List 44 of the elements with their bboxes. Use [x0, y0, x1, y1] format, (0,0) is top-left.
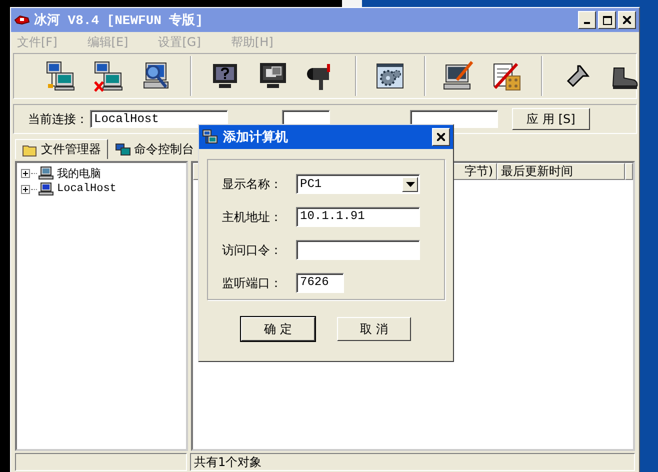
connection-label: 当前连接： — [28, 110, 88, 128]
app-logo-icon — [14, 13, 30, 27]
networked-computers-icon[interactable] — [44, 60, 76, 92]
column-header[interactable] — [625, 163, 633, 180]
maximize-button[interactable] — [598, 11, 616, 29]
input-field[interactable]: 10.1.1.91 — [296, 207, 420, 227]
close-icon — [437, 133, 445, 141]
tools-icon[interactable] — [491, 60, 523, 92]
dialog-title: 添加计算机 — [223, 129, 288, 146]
expander-icon[interactable] — [21, 168, 30, 178]
tab[interactable]: 命令控制台 — [108, 139, 201, 159]
combo-box[interactable]: PC1 — [296, 174, 420, 194]
minimize-button[interactable] — [578, 11, 596, 29]
tab[interactable]: 文件管理器 — [15, 139, 108, 159]
field-label: 监听端口： — [222, 274, 283, 292]
folder-icon — [22, 142, 38, 156]
field-label: 主机地址： — [222, 208, 283, 226]
expander-icon[interactable] — [21, 184, 30, 194]
input-field[interactable] — [296, 240, 420, 260]
tab-label: 文件管理器 — [41, 141, 101, 158]
field-label: 访问口令： — [222, 242, 283, 258]
computer-pen-icon[interactable] — [443, 60, 475, 92]
computer-icon — [38, 182, 54, 196]
computers-icon — [202, 129, 218, 145]
connection-field[interactable]: LocalHost — [90, 110, 228, 128]
close-icon — [623, 16, 631, 24]
input-field[interactable]: 7626 — [296, 273, 344, 293]
tab-label: 命令控制台 — [134, 141, 194, 158]
apply-button[interactable]: 应 用 [S] — [512, 108, 590, 130]
field-label: 显示名称： — [222, 176, 283, 192]
dropdown-button[interactable] — [402, 176, 418, 192]
tree-item[interactable]: 我的电脑 — [57, 166, 101, 180]
computer-delete-icon[interactable] — [92, 60, 124, 92]
status-text: 共有1个对象 — [190, 453, 635, 471]
computer-icon — [38, 166, 54, 180]
tree-item[interactable]: LocalHost — [57, 183, 116, 195]
column-header[interactable]: 最后更新时间 — [497, 163, 625, 180]
window-title: 冰河 V8.4 [NEWFUN 专版] — [34, 12, 204, 29]
close-button[interactable] — [618, 11, 636, 29]
ok-button[interactable]: 确 定 — [241, 317, 315, 341]
maximize-icon — [602, 16, 612, 24]
computers-icon — [115, 142, 131, 156]
cancel-button[interactable]: 取 消 — [337, 317, 411, 341]
close-button[interactable] — [432, 128, 450, 146]
